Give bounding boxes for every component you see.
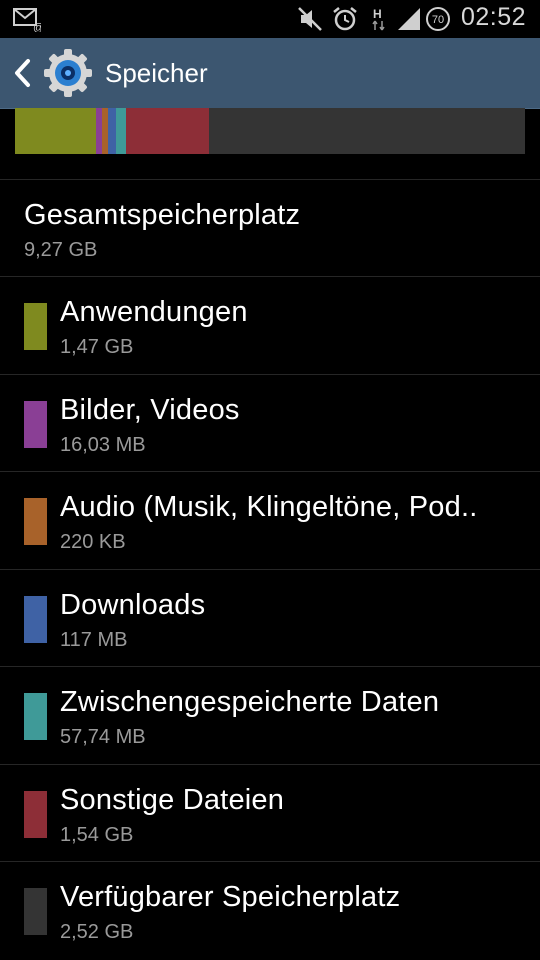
page-title: Speicher: [105, 58, 208, 88]
total-storage-value: 9,27 GB: [24, 239, 98, 261]
color-swatch: [24, 498, 47, 545]
usage-bar-segment: [116, 108, 126, 154]
storage-item-label: Zwischengespeicherte Daten: [60, 686, 440, 718]
signal-icon: [398, 8, 420, 30]
storage-item-label: Bilder, Videos: [60, 394, 240, 426]
usage-bar-segment: [108, 108, 116, 154]
storage-item-size: 2,52 GB: [60, 921, 134, 943]
color-swatch: [24, 401, 47, 448]
color-swatch: [24, 596, 47, 643]
svg-text:70: 70: [432, 14, 444, 26]
storage-item-label: Downloads: [60, 589, 206, 621]
storage-item-apps[interactable]: Anwendungen 1,47 GB: [0, 277, 540, 374]
color-swatch: [24, 693, 47, 740]
storage-item-audio[interactable]: Audio (Musik, Klingeltöne, Pod.. 220 KB: [0, 472, 540, 569]
storage-item-pictures-videos[interactable]: Bilder, Videos 16,03 MB: [0, 375, 540, 472]
storage-item-misc-files[interactable]: Sonstige Dateien 1,54 GB: [0, 765, 540, 862]
chevron-left-icon[interactable]: [12, 58, 32, 88]
usage-bar-segment: [15, 108, 96, 154]
storage-item-size: 57,74 MB: [60, 726, 146, 748]
storage-item-size: 220 KB: [60, 531, 126, 553]
status-bar: @ H 70 02:52: [0, 0, 540, 38]
battery-icon: 70: [426, 7, 450, 31]
storage-item-label: Anwendungen: [60, 296, 248, 328]
storage-item-size: 16,03 MB: [60, 434, 146, 456]
email-notification-icon: @: [13, 8, 41, 32]
color-swatch: [24, 888, 47, 935]
usage-bar-segment: [209, 108, 525, 154]
total-storage-row: Gesamtspeicherplatz 9,27 GB: [0, 180, 540, 277]
color-swatch: [24, 303, 47, 350]
usage-bar-segment: [126, 108, 209, 154]
color-swatch: [24, 791, 47, 838]
storage-item-label: Audio (Musik, Klingeltöne, Pod..: [60, 491, 478, 523]
storage-item-cached-data[interactable]: Zwischengespeicherte Daten 57,74 MB: [0, 667, 540, 764]
storage-item-downloads[interactable]: Downloads 117 MB: [0, 570, 540, 667]
status-time: 02:52: [460, 3, 526, 31]
storage-item-label: Sonstige Dateien: [60, 784, 285, 816]
svg-text:@: @: [33, 22, 41, 32]
svg-text:H: H: [373, 7, 382, 21]
storage-item-size: 117 MB: [60, 629, 128, 651]
network-h-icon: H: [372, 7, 385, 31]
alarm-icon: [333, 7, 357, 31]
storage-item-label: Verfügbarer Speicherplatz: [60, 881, 401, 913]
storage-item-size: 1,54 GB: [60, 824, 134, 846]
action-bar: Speicher: [0, 38, 540, 109]
total-storage-label: Gesamtspeicherplatz: [24, 199, 301, 231]
storage-item-size: 1,47 GB: [60, 336, 134, 358]
storage-usage-bar: [15, 108, 525, 154]
storage-item-available-space: Verfügbarer Speicherplatz 2,52 GB: [0, 862, 540, 959]
settings-gear-icon[interactable]: [42, 47, 94, 99]
mute-icon: [298, 7, 322, 31]
